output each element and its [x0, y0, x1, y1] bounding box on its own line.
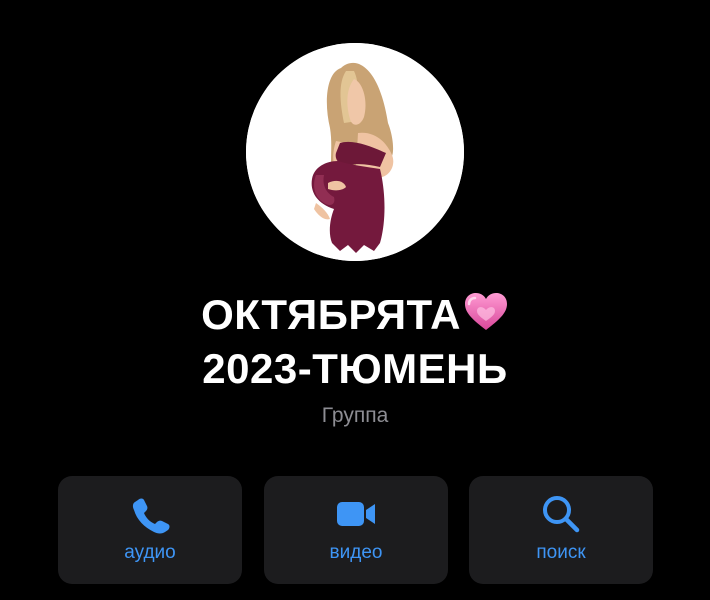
search-button[interactable]: поиск: [469, 476, 653, 584]
group-title: ОКТЯБРЯТА 2023-ТЮМЕНЬ: [0, 288, 710, 396]
video-camera-icon: [337, 502, 375, 526]
pregnant-woman-illustration: [246, 43, 464, 261]
audio-call-label: аудио: [124, 542, 176, 563]
group-type-label: Группа: [321, 404, 389, 427]
action-buttons: аудио видео поиск: [0, 476, 710, 586]
phone-icon: [132, 498, 170, 534]
group-title-line1: ОКТЯБРЯТА: [0, 288, 710, 342]
video-call-button[interactable]: видео: [264, 476, 448, 584]
group-avatar[interactable]: [246, 43, 464, 261]
search-label: поиск: [536, 542, 586, 563]
pink-heart-icon: [464, 293, 507, 330]
search-icon: [543, 496, 580, 533]
audio-call-button[interactable]: аудио: [58, 476, 242, 584]
video-call-label: видео: [329, 542, 383, 563]
group-title-line2: 2023-ТЮМЕНЬ: [202, 345, 508, 392]
